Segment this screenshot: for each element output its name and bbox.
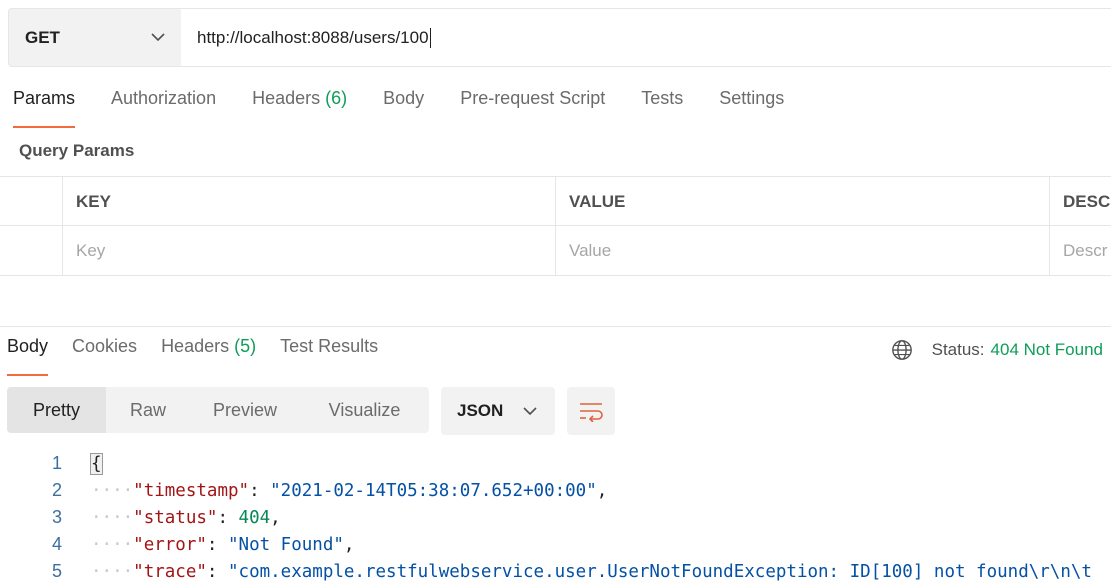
param-description-input[interactable]: Descr [1049,226,1111,275]
tab-test-results[interactable]: Test Results [280,336,378,376]
json-string: "Not Found" [228,534,344,555]
method-label: GET [25,27,60,47]
response-status: Status: 404 Not Found [891,339,1103,361]
json-key: "status" [133,507,218,528]
pane-divider[interactable] [0,326,1111,327]
format-label: JSON [457,401,504,420]
params-header-row: KEY VALUE DESC [0,177,1111,226]
response-body-editor[interactable]: 1 { 2 ····"timestamp": "2021-02-14T05:38… [0,450,1111,586]
wrap-lines-button[interactable] [567,387,615,435]
column-header-key: KEY [62,177,555,226]
view-preview-button[interactable]: Preview [190,387,300,433]
status-code[interactable]: 404 Not Found [991,340,1103,360]
request-tabs: Params Authorization Headers (6) Body Pr… [13,88,820,128]
code-line: 4 ····"error": "Not Found", [0,531,1111,558]
tab-authorization[interactable]: Authorization [111,88,216,128]
code-line: 3 ····"status": 404, [0,504,1111,531]
code-line: 2 ····"timestamp": "2021-02-14T05:38:07.… [0,477,1111,504]
line-number: 4 [51,534,62,554]
request-bar: GET http://localhost:8088/users/100 [8,8,1111,67]
code-text: ····"status": 404, [91,507,281,528]
json-number: 404 [238,507,271,528]
json-string: "com.example.restfulwebservice.user.User… [228,561,1092,582]
params-table: KEY VALUE DESC Key Value Descr [0,176,1111,276]
open-brace: { [90,452,103,475]
code-text: { [90,452,103,475]
globe-icon[interactable] [891,339,913,361]
tab-cookies[interactable]: Cookies [72,336,137,376]
method-select[interactable]: GET [8,8,181,67]
headers-count: (6) [325,88,348,108]
param-key-input[interactable]: Key [62,226,555,275]
tab-headers[interactable]: Headers (6) [252,88,347,128]
query-params-title: Query Params [19,141,135,160]
tab-params[interactable]: Params [13,88,76,128]
tab-pre-request-script[interactable]: Pre-request Script [460,88,605,128]
code-text: ····"error": "Not Found", [91,534,355,555]
view-visualize-button[interactable]: Visualize [300,387,429,433]
code-line: 5 ····"trace": "com.example.restfulwebse… [0,558,1111,585]
tab-tests[interactable]: Tests [641,88,683,128]
view-mode-selector: Pretty Raw Preview Visualize [7,387,429,433]
params-row-checkbox-cell [0,226,62,275]
json-key: "error" [133,534,207,555]
tab-response-body[interactable]: Body [7,336,49,376]
json-key: "timestamp" [133,480,250,501]
tab-body[interactable]: Body [383,88,424,128]
text-caret [429,27,431,48]
status-label: Status: [931,340,985,359]
format-select[interactable]: JSON [441,387,555,435]
line-number: 2 [51,480,62,500]
column-header-description: DESC [1049,177,1111,226]
code-text: ····"timestamp": "2021-02-14T05:38:07.65… [91,480,608,501]
line-number: 3 [51,507,62,527]
response-headers-count: (5) [234,336,257,356]
code-line: 1 { [0,450,1111,477]
url-input[interactable]: http://localhost:8088/users/100 [181,8,1111,67]
params-checkbox-header [0,177,62,226]
view-raw-button[interactable]: Raw [106,387,190,433]
line-number: 5 [51,561,62,581]
line-number: 1 [51,453,62,473]
column-header-value: VALUE [555,177,1049,226]
tab-settings[interactable]: Settings [719,88,784,128]
param-value-input[interactable]: Value [555,226,1049,275]
tab-response-headers[interactable]: Headers (5) [161,336,256,376]
view-pretty-button[interactable]: Pretty [7,387,106,433]
code-text: ····"trace": "com.example.restfulwebserv… [91,561,1092,582]
json-string: "2021-02-14T05:38:07.652+00:00" [270,480,597,501]
chevron-down-icon [151,33,165,42]
url-text: http://localhost:8088/users/100 [197,27,429,47]
response-tabs: Body Cookies Headers (5) Test Results [7,336,402,376]
wrap-lines-icon [580,403,603,422]
chevron-down-icon [523,406,537,415]
params-empty-row: Key Value Descr [0,226,1111,275]
json-key: "trace" [133,561,207,582]
